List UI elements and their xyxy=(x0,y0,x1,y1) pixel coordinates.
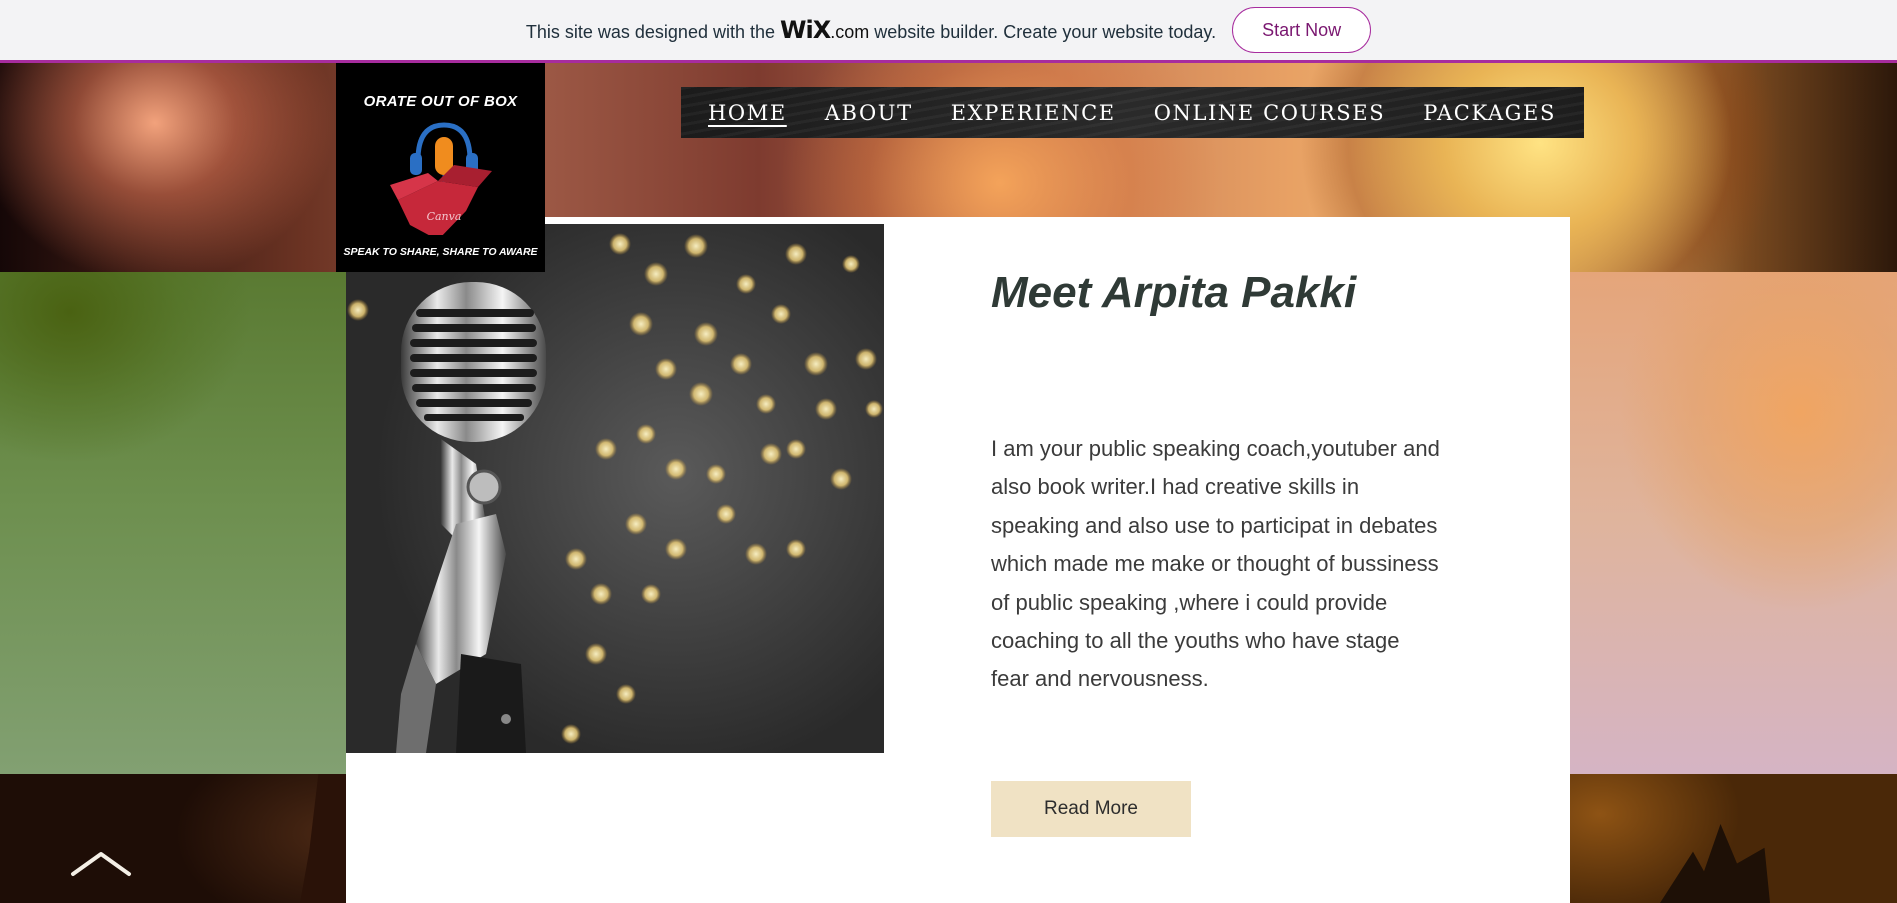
nav-item-about[interactable]: ABOUT xyxy=(825,101,913,125)
microphone-image xyxy=(346,224,884,753)
main-navigation: HOME ABOUT EXPERIENCE ONLINE COURSES PAC… xyxy=(681,87,1584,138)
nav-item-experience[interactable]: EXPERIENCE xyxy=(951,101,1116,125)
bottom-left-background xyxy=(0,774,346,903)
wix-logo[interactable]: WiX xyxy=(780,16,831,44)
wix-promo-banner: This site was designed with the WiX .com… xyxy=(0,0,1897,63)
banner-text-before: This site was designed with the xyxy=(525,22,776,42)
microphone-headphones-box-icon: Canva xyxy=(390,122,492,235)
site-logo[interactable]: ORATE OUT OF BOX Canva SPEAK TO SHARE, S… xyxy=(336,63,545,272)
nav-item-packages[interactable]: PACKAGES xyxy=(1423,101,1556,125)
nav-item-online-courses[interactable]: ONLINE COURSES xyxy=(1154,101,1386,125)
microphone xyxy=(396,282,546,753)
banner-message: This site was designed with the WiX .com… xyxy=(526,16,1216,44)
silhouette-shape xyxy=(1660,824,1770,903)
chevron-up-icon xyxy=(71,852,131,876)
about-description: I am your public speaking coach,youtuber… xyxy=(991,436,1440,692)
start-now-button[interactable]: Start Now xyxy=(1232,7,1372,53)
banner-text-after: website builder. Create your website tod… xyxy=(874,22,1217,42)
back-to-top-button[interactable] xyxy=(70,848,132,878)
bottom-right-background xyxy=(1570,774,1897,903)
logo-title: ORATE OUT OF BOX xyxy=(363,93,518,110)
canva-mark: Canva xyxy=(427,210,462,223)
about-title: Meet Arpita Pakki xyxy=(991,268,1357,317)
silhouette-shape xyxy=(300,774,346,903)
vintage-microphone-bokeh-image xyxy=(347,233,883,753)
read-more-button[interactable]: Read More xyxy=(991,781,1191,837)
wix-dotcom: .com xyxy=(830,22,870,42)
left-background-panel xyxy=(0,272,346,774)
logo-tagline: SPEAK TO SHARE, SHARE TO AWARE xyxy=(343,246,538,258)
right-background-panel xyxy=(1570,272,1897,774)
nav-item-home[interactable]: HOME xyxy=(708,101,787,125)
